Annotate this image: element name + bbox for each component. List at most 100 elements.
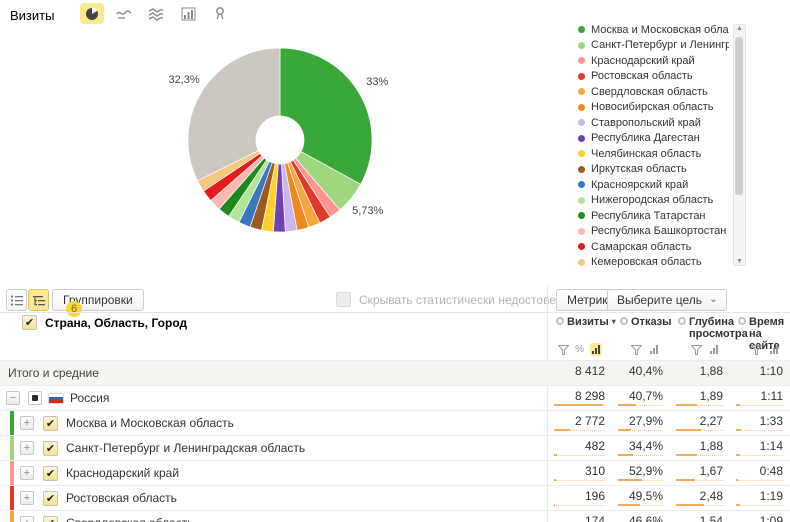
row-checkbox[interactable]: ✔ xyxy=(43,516,58,522)
stacked-chart-button[interactable] xyxy=(144,3,168,24)
expand-button[interactable]: + xyxy=(20,441,34,455)
filter-funnel-icon[interactable] xyxy=(631,345,642,355)
map-pin-icon xyxy=(213,6,227,21)
legend-dot-icon xyxy=(578,119,585,126)
region-label[interactable]: Санкт-Петербург и Ленинградская область xyxy=(66,441,305,455)
filter-funnel-icon[interactable] xyxy=(751,345,762,355)
metric-value: 0:48 xyxy=(760,464,783,478)
bars-view-icon[interactable] xyxy=(768,343,780,356)
region-label[interactable]: Ростовская область xyxy=(66,491,177,505)
expand-button[interactable]: + xyxy=(20,416,34,430)
value-bar-track xyxy=(676,477,723,481)
bars-view-icon[interactable] xyxy=(708,343,720,356)
value-bar-track xyxy=(554,427,605,431)
legend-item[interactable]: Свердловская область xyxy=(578,84,730,100)
scroll-up-icon[interactable]: ▲ xyxy=(734,25,745,32)
legend-item[interactable]: Самарская область xyxy=(578,239,730,255)
value-bar xyxy=(676,429,701,431)
legend-item[interactable]: Республика Дагестан xyxy=(578,131,730,147)
region-color-bar xyxy=(10,486,14,510)
legend-dot-icon xyxy=(578,166,585,173)
region-label[interactable]: Свердловская область xyxy=(66,516,193,522)
value-bar xyxy=(554,504,555,506)
metric-value: 27,9% xyxy=(629,414,663,428)
map-button[interactable] xyxy=(208,3,232,24)
percent-view-icon[interactable]: % xyxy=(575,344,584,355)
row-checkbox[interactable]: ✔ xyxy=(43,491,58,506)
legend-item[interactable]: Нижегородская область xyxy=(578,193,730,209)
expand-button[interactable]: + xyxy=(20,516,34,522)
filter-funnel-icon[interactable] xyxy=(558,345,569,355)
row-checkbox[interactable]: ✔ xyxy=(43,466,58,481)
metric-cell: 1:14 xyxy=(730,436,790,460)
legend-item[interactable]: Москва и Московская область xyxy=(578,22,730,38)
legend-item[interactable]: Кемеровская область xyxy=(578,255,730,271)
value-bar xyxy=(676,454,697,456)
metric-circle-icon xyxy=(678,317,686,325)
legend-dot-icon xyxy=(578,181,585,188)
legend-scrollbar-thumb[interactable] xyxy=(735,37,743,195)
tree-view-button[interactable] xyxy=(28,289,49,311)
tree-view-icon xyxy=(32,294,46,307)
legend-item[interactable]: Иркутская область xyxy=(578,162,730,178)
chevron-down-icon: ⌄ xyxy=(709,297,717,303)
region-label[interactable]: Москва и Московская область xyxy=(66,416,234,430)
legend-item[interactable]: Новосибирская область xyxy=(578,100,730,116)
value-bar xyxy=(554,454,557,456)
legend-item[interactable]: Республика Башкортостан xyxy=(578,224,730,240)
value-bar xyxy=(618,404,636,406)
metric-value: 52,9% xyxy=(629,464,663,478)
value-bar-track xyxy=(554,477,605,481)
grouping-checkbox[interactable]: ✔ xyxy=(22,315,37,330)
totals-row: Итого и средние8 41240,4%1,881:10 xyxy=(0,360,790,385)
value-bar xyxy=(676,504,704,506)
value-bar-track xyxy=(618,502,663,506)
row-checkbox[interactable]: ✔ xyxy=(43,441,58,456)
metric-value: 1:11 xyxy=(761,389,783,403)
metric-value: 2 772 xyxy=(575,414,605,428)
metric-value: 2,27 xyxy=(700,414,723,428)
stacked-chart-icon xyxy=(148,7,164,21)
legend-item[interactable]: Красноярский край xyxy=(578,177,730,193)
legend-label: Ставропольский край xyxy=(591,117,701,129)
table-row: +✔Краснодарский край31052,9%1,670:48 xyxy=(0,460,790,485)
value-bar xyxy=(676,404,697,406)
metric-cell: 1:33 xyxy=(730,411,790,435)
bars-view-icon[interactable] xyxy=(590,343,602,356)
legend-item[interactable]: Краснодарский край xyxy=(578,53,730,69)
legend-scrollbar[interactable]: ▲ ▼ xyxy=(733,24,746,266)
legend-label: Иркутская область xyxy=(591,163,687,175)
bars-view-icon[interactable] xyxy=(648,343,660,356)
value-bar-track xyxy=(554,452,605,456)
collapse-button[interactable]: − xyxy=(6,391,20,405)
columns-chart-button[interactable] xyxy=(176,3,200,24)
pie-chart-button[interactable] xyxy=(80,3,104,24)
legend-label: Самарская область xyxy=(591,241,691,253)
legend-item[interactable]: Ставропольский край xyxy=(578,115,730,131)
metric-cell: 27,9% xyxy=(612,411,670,435)
value-bar xyxy=(736,429,741,431)
legend-item[interactable]: Санкт-Петербург и Ленинградская об... xyxy=(578,38,730,54)
row-checkbox[interactable]: ✔ xyxy=(43,416,58,431)
metric-circle-icon xyxy=(620,317,628,325)
metric-value: 1:33 xyxy=(760,414,783,428)
select-all-checkbox[interactable] xyxy=(28,391,42,405)
legend-dot-icon xyxy=(578,212,585,219)
select-goal-dropdown[interactable]: Выберите цель ⌄ xyxy=(607,289,727,311)
table-row: + ✔ Санкт-Петербург и Ленинградская област… xyxy=(0,435,790,460)
expand-button[interactable]: + xyxy=(20,491,34,505)
legend-dot-icon xyxy=(578,197,585,204)
country-label[interactable]: Россия xyxy=(70,391,109,405)
region-label[interactable]: Краснодарский край xyxy=(66,466,179,480)
value-bar-track xyxy=(676,427,723,431)
metric-value: 482 xyxy=(585,439,605,453)
scroll-down-icon[interactable]: ▼ xyxy=(734,258,745,265)
filter-funnel-icon[interactable] xyxy=(691,345,702,355)
hide-inaccurate-checkbox[interactable] xyxy=(336,292,351,307)
legend-item[interactable]: Ростовская область xyxy=(578,69,730,85)
legend-item[interactable]: Республика Татарстан xyxy=(578,208,730,224)
expand-button[interactable]: + xyxy=(20,466,34,480)
line-chart-button[interactable] xyxy=(112,3,136,24)
legend-item[interactable]: Челябинская область xyxy=(578,146,730,162)
list-view-button[interactable] xyxy=(6,289,27,311)
